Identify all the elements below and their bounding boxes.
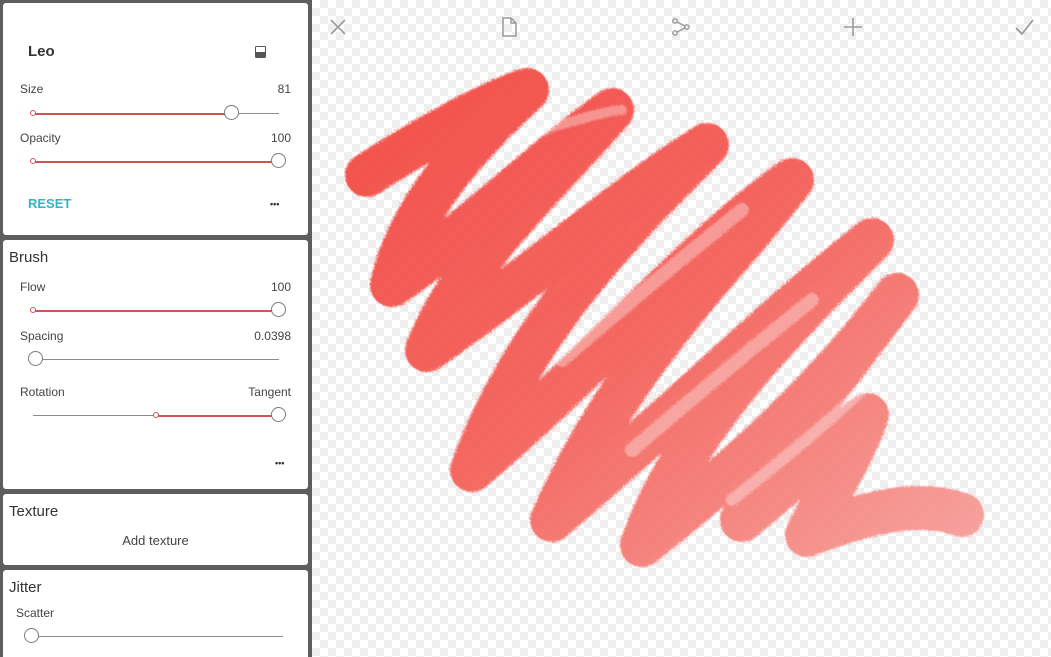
spacing-label: Spacing — [20, 329, 64, 343]
rotation-slider-thumb[interactable] — [271, 407, 286, 422]
rotation-slider[interactable] — [33, 407, 286, 423]
rotation-label: Rotation — [20, 385, 65, 399]
brush-preview-icon[interactable] — [255, 45, 266, 58]
size-slider[interactable] — [30, 105, 279, 121]
opacity-slider-start — [30, 158, 36, 164]
reset-button[interactable]: RESET — [28, 196, 71, 211]
brush-header-card: Leo Size 81 Opacity 100 RESET ••• — [3, 3, 308, 235]
rotation-slider-fill — [156, 414, 279, 417]
scatter-slider-thumb[interactable] — [24, 628, 39, 643]
flow-label: Flow — [20, 280, 46, 294]
brush-section-more-button[interactable]: ••• — [275, 458, 284, 468]
opacity-label: Opacity — [20, 131, 61, 145]
jitter-section-card: Jitter Scatter — [3, 570, 308, 657]
opacity-slider-fill — [33, 160, 279, 163]
flow-value: 100 — [270, 280, 291, 294]
jitter-section-title: Jitter — [9, 579, 42, 596]
rotation-value: Tangent — [248, 385, 291, 399]
size-label: Size — [20, 82, 44, 96]
flow-slider[interactable] — [30, 302, 286, 318]
opacity-slider-thumb[interactable] — [271, 153, 286, 168]
rotation-slider-center — [153, 412, 159, 418]
flow-slider-thumb[interactable] — [271, 302, 286, 317]
brush-stroke-artwork — [345, 68, 984, 567]
brush-section-card: Brush Flow 100 Spacing 0.0398 Rotation T… — [3, 240, 308, 489]
opacity-slider[interactable] — [30, 153, 286, 169]
spacing-slider-thumb[interactable] — [28, 351, 43, 366]
texture-section-title: Texture — [9, 503, 59, 520]
size-slider-thumb[interactable] — [224, 105, 239, 120]
brush-settings-panel: Leo Size 81 Opacity 100 RESET ••• Brush — [0, 0, 312, 657]
flow-slider-fill — [33, 309, 279, 312]
drawing-canvas[interactable] — [312, 0, 1051, 657]
scatter-slider[interactable] — [24, 628, 283, 644]
flow-slider-start — [30, 307, 36, 313]
size-slider-start — [30, 110, 36, 116]
add-texture-button[interactable]: Add texture — [3, 533, 308, 548]
scatter-label: Scatter — [16, 606, 55, 620]
spacing-value: 0.0398 — [254, 329, 291, 343]
size-slider-fill — [33, 112, 231, 115]
spacing-slider[interactable] — [28, 351, 279, 367]
brush-name: Leo — [28, 43, 55, 60]
brush-section-title: Brush — [9, 249, 49, 266]
texture-section-card: Texture Add texture — [3, 494, 308, 565]
opacity-value: 100 — [270, 131, 291, 145]
size-value: 81 — [277, 82, 291, 96]
brush-more-button[interactable]: ••• — [270, 199, 279, 209]
